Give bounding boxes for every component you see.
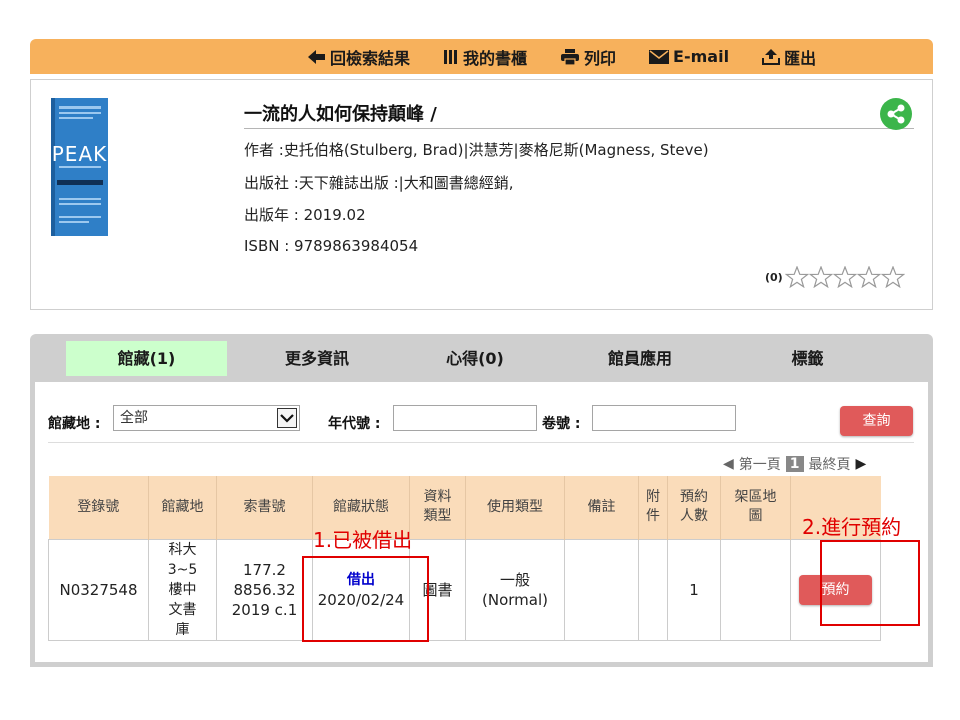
envelope-icon (649, 49, 670, 64)
cell-call-number: 177.2 8856.32 2019 c.1 (216, 538, 313, 641)
header-material-type: 資料類型 (409, 476, 466, 539)
tab-more-info[interactable]: 更多資訊 (242, 341, 392, 376)
my-bookshelf-label: 我的書櫃 (463, 48, 528, 68)
action-toolbar: 回檢索結果 我的書櫃 列印 E-mail 匯出 (30, 39, 933, 74)
bookshelf-icon (443, 49, 459, 65)
volume-filter-label: 卷號 : (542, 416, 581, 432)
header-location: 館藏地 (148, 476, 217, 539)
first-page-link[interactable]: 第一頁 (739, 454, 781, 474)
export-button[interactable]: 匯出 (762, 45, 816, 69)
year-filter-label: 年代號 : (328, 416, 381, 432)
query-button[interactable]: 查詢 (840, 406, 913, 436)
bibliographic-record: PEAK 一流的人如何保持顛峰 / 作者 :史托伯格(Stulberg, Bra… (30, 79, 933, 310)
header-attachment: 附件 (638, 476, 668, 539)
cell-attachment (638, 538, 668, 641)
tab-reviews[interactable]: 心得(0) (410, 341, 540, 376)
annotation-borrowed: 1.已被借出 (313, 528, 413, 552)
tab-tags[interactable]: 標籤 (750, 341, 865, 376)
print-button[interactable]: 列印 (560, 45, 616, 69)
cell-shelf-map (720, 538, 791, 641)
dropdown-arrow-icon[interactable] (277, 408, 297, 428)
rating-count: (0) (765, 270, 783, 284)
star-icon[interactable] (808, 266, 833, 288)
email-button[interactable]: E-mail (649, 47, 729, 66)
back-to-results-button[interactable]: 回檢索結果 (308, 45, 410, 69)
publish-year-line: 出版年 : 2019.02 (244, 206, 366, 224)
last-page-link[interactable]: 最終頁 (809, 454, 851, 474)
cell-usage-type: 一般(Normal) (465, 538, 565, 641)
svg-text:PEAK: PEAK (52, 142, 108, 166)
back-to-results-label: 回檢索結果 (330, 48, 411, 68)
holdings-content: 館藏地 : 全部 年代號 : 卷號 : 查詢 ◀ 第一頁 1 最終頁 ▶ 登錄號… (35, 382, 928, 662)
tab-librarian[interactable]: 館員應用 (575, 341, 705, 376)
holdings-table: 登錄號 館藏地 索書號 館藏狀態 資料類型 使用類型 備註 附件 預約人數 架區… (48, 476, 881, 641)
star-icon[interactable] (832, 266, 857, 288)
volume-input[interactable] (592, 405, 736, 431)
header-reservations: 預約人數 (667, 476, 721, 539)
cell-location: 科大3~5樓中文書庫 (148, 538, 217, 641)
holdings-panel: 館藏(1) 更多資訊 心得(0) 館員應用 標籤 館藏地 : 全部 年代號 : … (30, 334, 933, 667)
export-label: 匯出 (784, 48, 817, 68)
email-label: E-mail (673, 47, 730, 66)
annotation-box-reserve (820, 540, 920, 626)
prev-page-icon[interactable]: ◀ (723, 456, 734, 472)
year-input[interactable] (393, 405, 537, 431)
location-select-value: 全部 (120, 410, 148, 426)
print-label: 列印 (584, 48, 617, 68)
annotation-box-status (302, 556, 429, 642)
table-row: N0327548 科大3~5樓中文書庫 177.2 8856.32 2019 c… (48, 538, 881, 641)
my-bookshelf-button[interactable]: 我的書櫃 (443, 45, 527, 69)
header-accession: 登錄號 (48, 476, 149, 539)
star-icon[interactable] (856, 266, 881, 288)
book-title: 一流的人如何保持顛峰 / (244, 104, 437, 125)
title-divider (244, 128, 914, 129)
star-icon[interactable] (784, 266, 809, 288)
table-header-row: 登錄號 館藏地 索書號 館藏狀態 資料類型 使用類型 備註 附件 預約人數 架區… (48, 476, 881, 539)
publisher-line: 出版社 :天下雜誌出版 :|大和圖書總經銷, (244, 174, 514, 192)
header-usage-type: 使用類型 (465, 476, 565, 539)
export-icon (762, 48, 781, 65)
arrow-left-icon (308, 49, 326, 64)
pagination: ◀ 第一頁 1 最終頁 ▶ (723, 454, 866, 474)
star-icon[interactable] (880, 266, 905, 288)
share-icon (887, 104, 905, 124)
header-shelf-map: 架區地圖 (720, 476, 791, 539)
star-rating[interactable]: (0) (765, 266, 905, 288)
next-page-icon[interactable]: ▶ (856, 456, 867, 472)
location-select[interactable]: 全部 (113, 405, 300, 431)
cell-note (564, 538, 639, 641)
location-filter-label: 館藏地 : (48, 416, 101, 432)
book-cover-image[interactable]: PEAK (51, 98, 108, 236)
header-note: 備註 (564, 476, 639, 539)
tab-holdings[interactable]: 館藏(1) (66, 341, 227, 376)
current-page-number[interactable]: 1 (785, 456, 804, 472)
author-line: 作者 :史托伯格(Stulberg, Brad)|洪慧芳|麥格尼斯(Magnes… (244, 141, 709, 159)
isbn-line: ISBN : 9789863984054 (244, 237, 419, 255)
cell-accession: N0327548 (48, 538, 149, 641)
printer-icon (560, 48, 580, 65)
cell-reservations: 1 (667, 538, 721, 641)
annotation-reserve: 2.進行預約 (802, 515, 902, 539)
share-button[interactable] (880, 98, 912, 130)
filter-divider (48, 442, 914, 443)
header-call-number: 索書號 (216, 476, 313, 539)
